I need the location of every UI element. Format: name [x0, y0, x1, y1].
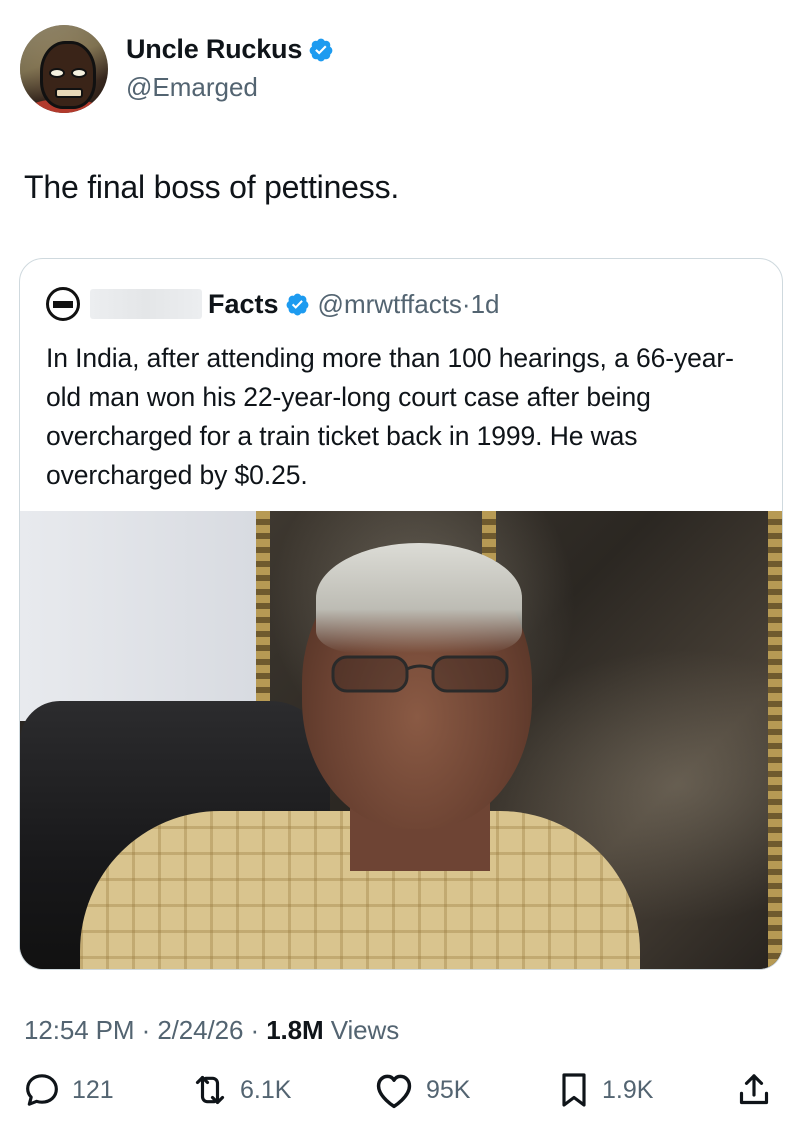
quoted-tweet-photo[interactable]: [20, 511, 782, 969]
avatar-eye-left: [49, 68, 65, 78]
tweet-date[interactable]: 2/24/26: [157, 1015, 243, 1045]
verified-badge-icon: [309, 38, 333, 61]
photo-door-frame-right: [768, 511, 782, 969]
photo-wall: [20, 511, 268, 721]
reply-count: 121: [72, 1075, 114, 1104]
bookmark-icon: [562, 1073, 586, 1107]
meta-separator: ·: [141, 1015, 151, 1045]
views-count: 1.8M: [266, 1015, 324, 1045]
share-icon: [739, 1074, 769, 1105]
quoted-tweet-card[interactable]: Facts @mrwtffacts·1d In India, after att…: [19, 258, 783, 970]
avatar-eye-right: [71, 68, 87, 78]
quoted-author-avatar: [46, 287, 80, 321]
avatar-mouth: [55, 88, 83, 98]
quoted-author-handle: @mrwtffacts·1d: [318, 289, 500, 320]
repost-count: 6.1K: [240, 1075, 292, 1104]
action-bar: 121 6.1K 95K 1.9K: [0, 1060, 800, 1120]
like-button[interactable]: 95K: [372, 1060, 470, 1120]
photo-hair: [316, 543, 522, 653]
verified-badge-icon: [286, 293, 308, 315]
tweet-meta: 12:54 PM · 2/24/26 · 1.8M Views: [24, 1015, 399, 1046]
reply-button[interactable]: 121: [22, 1060, 114, 1120]
bookmark-count: 1.9K: [602, 1075, 654, 1104]
bookmark-button[interactable]: 1.9K: [556, 1060, 653, 1120]
quoted-author-name: Facts: [208, 288, 279, 319]
repost-button[interactable]: 6.1K: [190, 1060, 291, 1120]
author-display-name[interactable]: Uncle Ruckus: [126, 34, 302, 65]
author-name-row[interactable]: Uncle Ruckus: [126, 34, 334, 65]
quoted-handle-text: @mrwtffacts: [317, 288, 462, 319]
photo-glasses: [331, 655, 509, 693]
quoted-tweet-header: Facts @mrwtffacts·1d: [46, 287, 500, 321]
tweet-time[interactable]: 12:54 PM: [24, 1015, 135, 1045]
quoted-separator: ·: [461, 288, 471, 319]
tweet-text: The final boss of pettiness.: [24, 169, 400, 205]
like-count: 95K: [426, 1075, 471, 1104]
quoted-age: 1d: [470, 288, 500, 319]
reply-icon: [26, 1074, 58, 1106]
author-handle[interactable]: @Emarged: [126, 72, 258, 103]
quoted-tweet-text: In India, after attending more than 100 …: [46, 343, 734, 490]
avatar-face: [40, 41, 96, 109]
meta-separator: ·: [250, 1015, 260, 1045]
share-button[interactable]: [734, 1060, 774, 1120]
views-label: Views: [330, 1015, 400, 1045]
repost-icon: [195, 1075, 225, 1105]
redacted-name-blur: [90, 289, 202, 319]
like-icon: [376, 1074, 412, 1109]
author-avatar[interactable]: [20, 25, 108, 113]
